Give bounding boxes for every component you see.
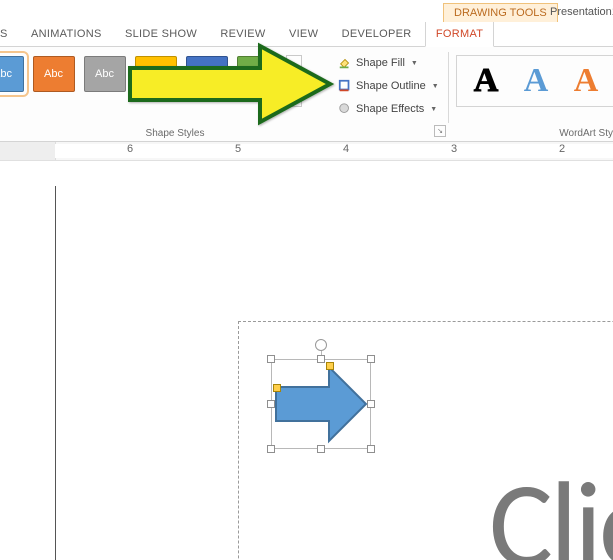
tab-view[interactable]: VIEW [279, 22, 328, 46]
dropdown-icon: ▼ [430, 106, 437, 113]
tab-review[interactable]: REVIEW [210, 22, 275, 46]
resize-handle-mr[interactable] [367, 400, 375, 408]
wordart-style-1[interactable]: A [465, 62, 507, 100]
wordart-style-2[interactable]: A [515, 62, 557, 100]
resize-handle-br[interactable] [367, 445, 375, 453]
tab-developer[interactable]: DEVELOPER [332, 22, 422, 46]
resize-handle-ml[interactable] [267, 400, 275, 408]
tab-cut[interactable]: S [0, 22, 18, 46]
resize-handle-bl[interactable] [267, 445, 275, 453]
wordart-group-label: WordArt Sty [520, 128, 613, 139]
resize-handle-tm[interactable] [317, 355, 325, 363]
resize-handle-bm[interactable] [317, 445, 325, 453]
shape-effects-button[interactable]: Shape Effects ▼ [336, 99, 441, 119]
ruler-strip[interactable]: 6 5 4 3 2 [55, 144, 613, 158]
shape-styles-dialog-launcher[interactable]: ↘ [434, 125, 446, 137]
gallery-expand-icon[interactable]: ▾ [287, 90, 301, 106]
shape-style-6[interactable]: Abc [235, 55, 280, 93]
right-arrow-shape-icon[interactable] [271, 359, 371, 449]
shape-style-1[interactable]: Abc [0, 55, 25, 93]
resize-handle-tr[interactable] [367, 355, 375, 363]
placeholder-text: Clic [489, 452, 613, 560]
shape-styles-gallery[interactable]: Abc Abc Abc Abc Abc Abc ▲ ▼ ▾ [0, 55, 302, 107]
shape-commands: Shape Fill ▼ Shape Outline ▼ Shape Effec… [336, 53, 441, 119]
ruler-mark: 4 [343, 143, 349, 155]
shape-style-3[interactable]: Abc [82, 55, 127, 93]
shape-style-gallery-scroll[interactable]: ▲ ▼ ▾ [286, 55, 302, 107]
contextual-bar: DRAWING TOOLS Presentation1 [0, 0, 613, 22]
tab-animations[interactable]: ANIMATIONS [21, 22, 112, 46]
ruler-gutter [0, 142, 56, 160]
ruler-mark: 2 [559, 143, 565, 155]
selected-shape-arrow[interactable] [271, 359, 371, 449]
shape-styles-group-label: Shape Styles [100, 128, 250, 139]
slide-pane[interactable]: Clic [56, 186, 613, 560]
outline-icon [338, 79, 352, 93]
dropdown-icon: ▼ [411, 60, 418, 67]
shape-style-4[interactable]: Abc [133, 55, 178, 93]
shape-style-2[interactable]: Abc [31, 55, 76, 93]
resize-handle-tl[interactable] [267, 355, 275, 363]
wordart-styles-gallery[interactable]: A A A [456, 55, 613, 107]
shape-outline-button[interactable]: Shape Outline ▼ [336, 76, 441, 96]
shape-fill-button[interactable]: Shape Fill ▼ [336, 53, 441, 73]
dropdown-icon: ▼ [432, 83, 439, 90]
paint-bucket-icon [338, 56, 352, 70]
ribbon-tabs: S ANIMATIONS SLIDE SHOW REVIEW VIEW DEVE… [0, 22, 613, 47]
shape-fill-label: Shape Fill [356, 57, 405, 69]
rotate-handle[interactable] [315, 339, 327, 351]
wordart-style-3[interactable]: A [565, 62, 607, 100]
ribbon-body: Abc Abc Abc Abc Abc Abc ▲ ▼ ▾ [0, 47, 613, 142]
gallery-scroll-down-icon[interactable]: ▼ [287, 73, 301, 90]
tab-format[interactable]: FORMAT [425, 22, 494, 47]
tab-slideshow[interactable]: SLIDE SHOW [115, 22, 207, 46]
shape-style-5[interactable]: Abc [184, 55, 229, 93]
presentation-title: Presentation1 [550, 3, 613, 21]
gallery-scroll-up-icon[interactable]: ▲ [287, 56, 301, 73]
group-separator [448, 52, 449, 123]
adjust-handle[interactable] [326, 362, 334, 370]
ruler-mark: 5 [235, 143, 241, 155]
shape-outline-label: Shape Outline [356, 80, 426, 92]
shape-effects-label: Shape Effects [356, 103, 424, 115]
ruler-mark: 6 [127, 143, 133, 155]
contextual-tab-drawing-tools: DRAWING TOOLS [443, 3, 558, 22]
ruler-mark: 3 [451, 143, 457, 155]
slide-workspace[interactable]: Clic [0, 161, 613, 560]
effects-icon [338, 102, 352, 116]
horizontal-ruler: 6 5 4 3 2 [0, 142, 613, 161]
adjust-handle[interactable] [273, 384, 281, 392]
